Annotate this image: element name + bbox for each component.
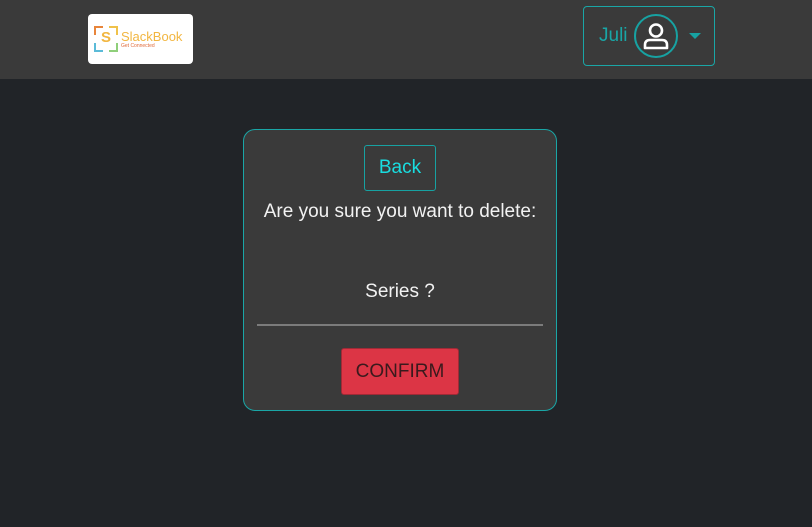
delete-prompt: Are you sure you want to delete: xyxy=(263,201,537,222)
divider xyxy=(257,324,543,326)
logo-tagline: Get Connected xyxy=(121,42,155,49)
user-menu-dropdown[interactable]: Juli xyxy=(583,6,715,66)
item-to-delete: Series ? xyxy=(365,281,435,302)
back-button[interactable]: Back xyxy=(364,145,436,191)
confirm-button[interactable]: CONFIRM xyxy=(341,348,459,395)
caret-down-icon xyxy=(688,33,701,39)
logo-text: SlackBook Get Connected xyxy=(121,30,182,49)
user-name: Juli xyxy=(599,25,628,46)
logo-name: SlackBook xyxy=(121,28,183,44)
logo-mark-icon: S xyxy=(94,26,118,52)
delete-confirmation-card: Back Are you sure you want to delete: Se… xyxy=(243,129,557,411)
brand-logo[interactable]: S SlackBook Get Connected xyxy=(88,14,193,64)
logo-letter: S xyxy=(100,29,111,46)
top-navbar: S SlackBook Get Connected Juli xyxy=(0,0,812,79)
user-icon xyxy=(633,14,678,58)
